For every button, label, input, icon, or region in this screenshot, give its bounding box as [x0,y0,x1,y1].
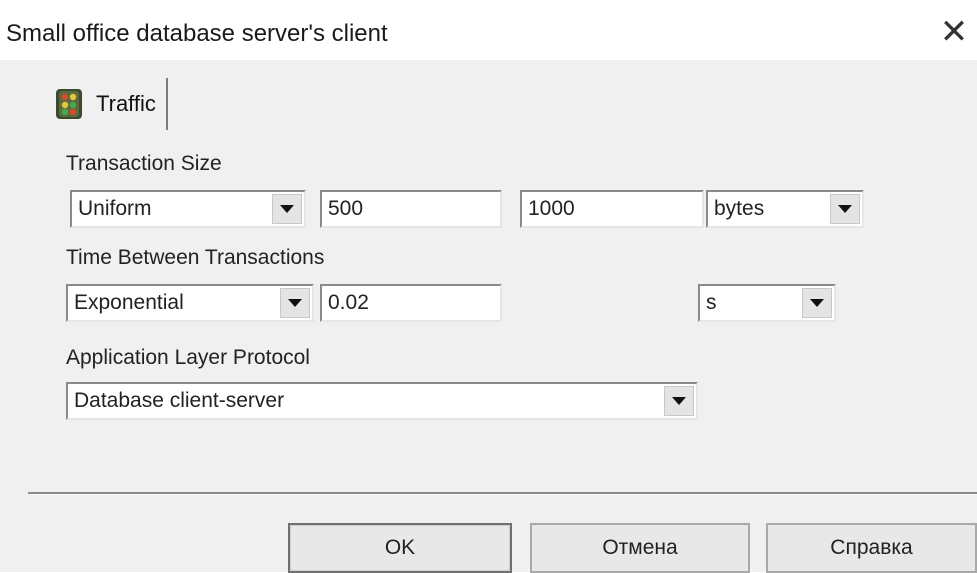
tab-strip: Traffic [50,78,168,130]
cancel-button[interactable]: Отмена [530,523,750,573]
time-between-distribution-value: Exponential [74,291,184,314]
chevron-down-icon[interactable] [664,386,694,416]
chevron-down-icon[interactable] [272,194,302,224]
time-between-unit-select[interactable]: s [698,284,836,322]
chevron-down-icon[interactable] [280,288,310,318]
transaction-size-distribution-select[interactable]: Uniform [70,190,306,228]
time-between-unit-value: s [706,291,717,314]
transaction-size-label: Transaction Size [66,152,222,175]
transaction-size-distribution-value: Uniform [78,197,152,220]
time-between-distribution-select[interactable]: Exponential [66,284,314,322]
transaction-size-min-input[interactable]: 500 [320,190,502,228]
tab-traffic-label: Traffic [96,91,156,116]
title-bar: Small office database server's client ✕ [0,8,977,56]
transaction-size-min-value: 500 [328,197,364,220]
traffic-light-icon [56,89,82,119]
protocol-select[interactable]: Database client-server [66,382,698,420]
time-between-mean-input[interactable]: 0.02 [320,284,502,322]
time-between-mean-value: 0.02 [328,291,369,314]
transaction-size-max-input[interactable]: 1000 [520,190,704,228]
tab-traffic[interactable]: Traffic [50,78,168,130]
help-button[interactable]: Справка [766,523,977,573]
protocol-label: Application Layer Protocol [66,346,310,369]
transaction-size-max-value: 1000 [528,197,575,220]
dialog-title: Small office database server's client [6,20,388,47]
time-between-label: Time Between Transactions [66,246,325,269]
separator [28,492,977,495]
close-icon[interactable]: ✕ [937,14,971,50]
chevron-down-icon[interactable] [830,194,860,224]
transaction-size-unit-value: bytes [714,197,765,220]
protocol-value: Database client-server [74,389,285,412]
ok-button[interactable]: OK [288,523,512,573]
dialog-body: Traffic Transaction Size Uniform 500 100… [0,60,977,573]
transaction-size-unit-select[interactable]: bytes [706,190,864,228]
chevron-down-icon[interactable] [802,288,832,318]
